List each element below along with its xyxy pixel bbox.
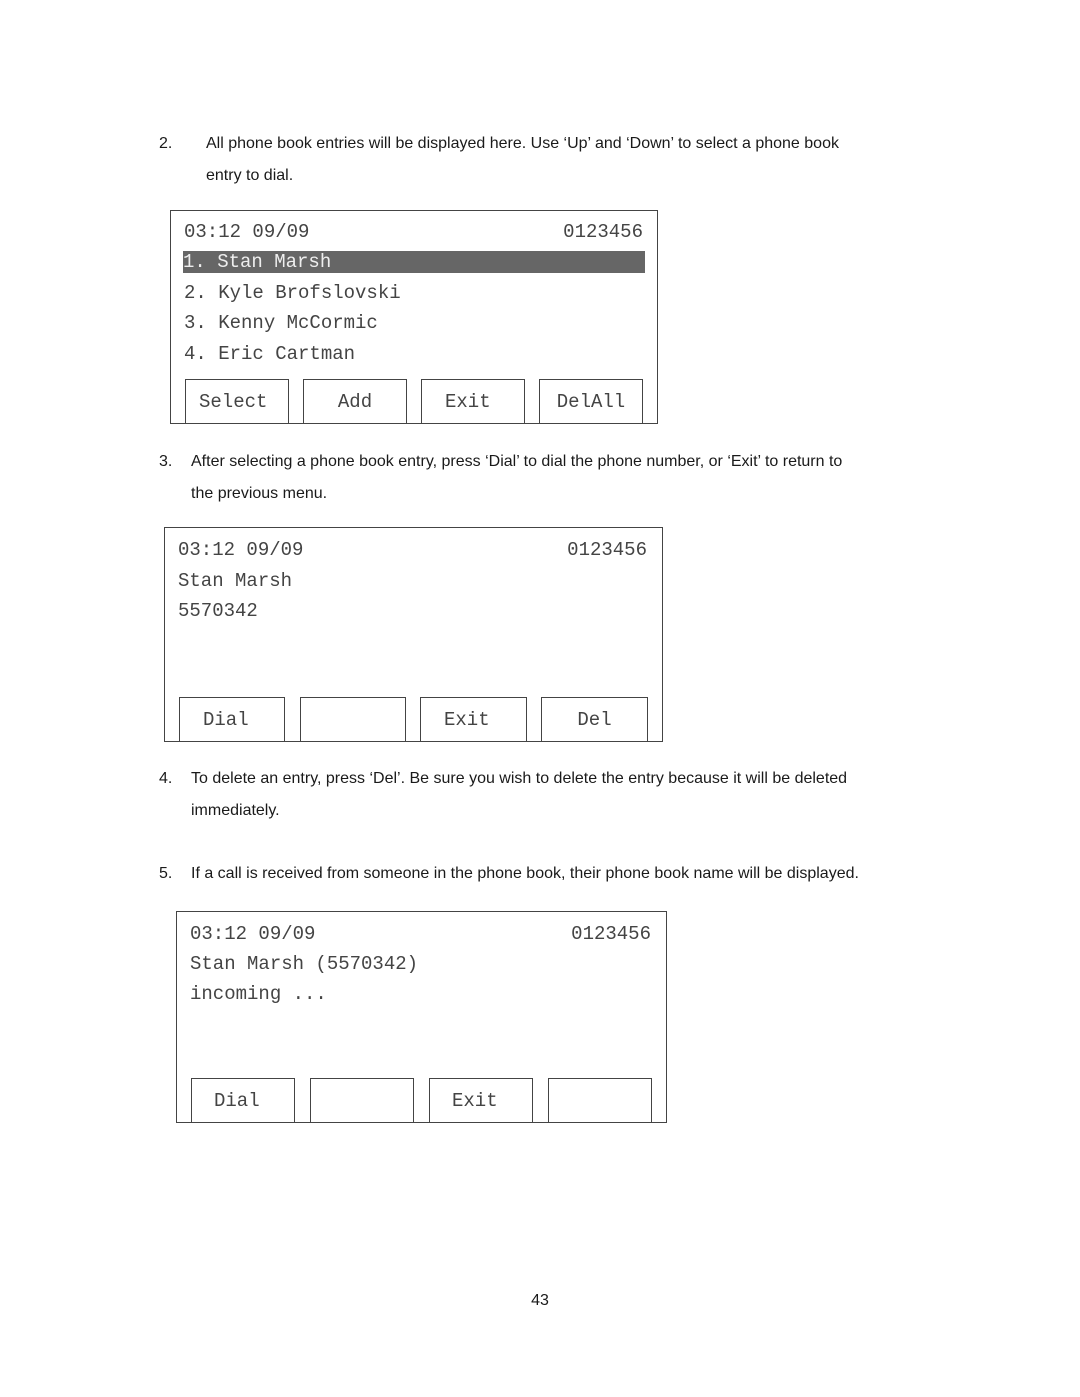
lcd-screen-incoming-call: 03:12 09/09 0123456 Stan Marsh (5570342)… (176, 911, 667, 1123)
softkey-del[interactable]: Del (541, 697, 648, 742)
softkey-blank[interactable] (310, 1078, 414, 1123)
contact-name: Stan Marsh (178, 570, 293, 592)
header-time: 03:12 09/09 (190, 923, 316, 945)
softkey-dial[interactable]: Dial (191, 1078, 295, 1123)
step-text-line2: entry to dial. (206, 167, 294, 184)
header-number: 0123456 (563, 221, 643, 243)
step-text-line1: All phone book entries will be displayed… (206, 135, 839, 152)
softkey-exit[interactable]: Exit (421, 379, 525, 424)
caller-name-number: Stan Marsh (5570342) (190, 953, 419, 975)
softkey-blank[interactable] (300, 697, 406, 742)
softkey-dial[interactable]: Dial (179, 697, 285, 742)
lcd-screen-phonebook-list: 03:12 09/09 0123456 1. Stan Marsh 2. Kyl… (170, 210, 658, 424)
phonebook-entry[interactable]: 2. Kyle Brofslovski (184, 281, 401, 305)
step-5: 5. If a call is received from someone in… (159, 858, 959, 890)
softkey-add[interactable]: Add (303, 379, 407, 424)
lcd-screen-entry-detail: 03:12 09/09 0123456 Stan Marsh 5570342 D… (164, 527, 663, 742)
header-number: 0123456 (567, 539, 647, 561)
softkey-exit[interactable]: Exit (429, 1078, 533, 1123)
phonebook-entry[interactable]: 4. Eric Cartman (184, 342, 355, 366)
softkey-delall[interactable]: DelAll (539, 379, 643, 424)
page-number: 43 (531, 1292, 549, 1309)
header-time: 03:12 09/09 (184, 221, 310, 243)
step-number: 2. (159, 135, 173, 152)
softkey-exit[interactable]: Exit (420, 697, 527, 742)
step-3: 3. After selecting a phone book entry, p… (159, 446, 949, 510)
step-text-line1: To delete an entry, press ‘Del’. Be sure… (191, 770, 848, 787)
step-4: 4. To delete an entry, press ‘Del’. Be s… (159, 763, 959, 827)
step-2: 2. All phone book entries will be displa… (159, 128, 939, 192)
step-text-line1: After selecting a phone book entry, pres… (191, 453, 843, 470)
step-number: 4. (159, 770, 173, 787)
step-text-line1: If a call is received from someone in th… (191, 865, 859, 882)
phonebook-entry[interactable]: 3. Kenny McCormic (184, 311, 378, 335)
phonebook-entry-selected[interactable]: 1. Stan Marsh (183, 251, 645, 273)
step-number: 3. (159, 453, 173, 470)
softkey-select[interactable]: Select (185, 379, 289, 424)
step-text-line2: immediately. (191, 802, 280, 819)
contact-number: 5570342 (178, 600, 258, 622)
step-number: 5. (159, 865, 173, 882)
header-time: 03:12 09/09 (178, 539, 304, 561)
header-number: 0123456 (571, 923, 651, 945)
step-text-line2: the previous menu. (191, 485, 328, 502)
softkey-blank[interactable] (548, 1078, 652, 1123)
incoming-status: incoming ... (190, 983, 327, 1005)
